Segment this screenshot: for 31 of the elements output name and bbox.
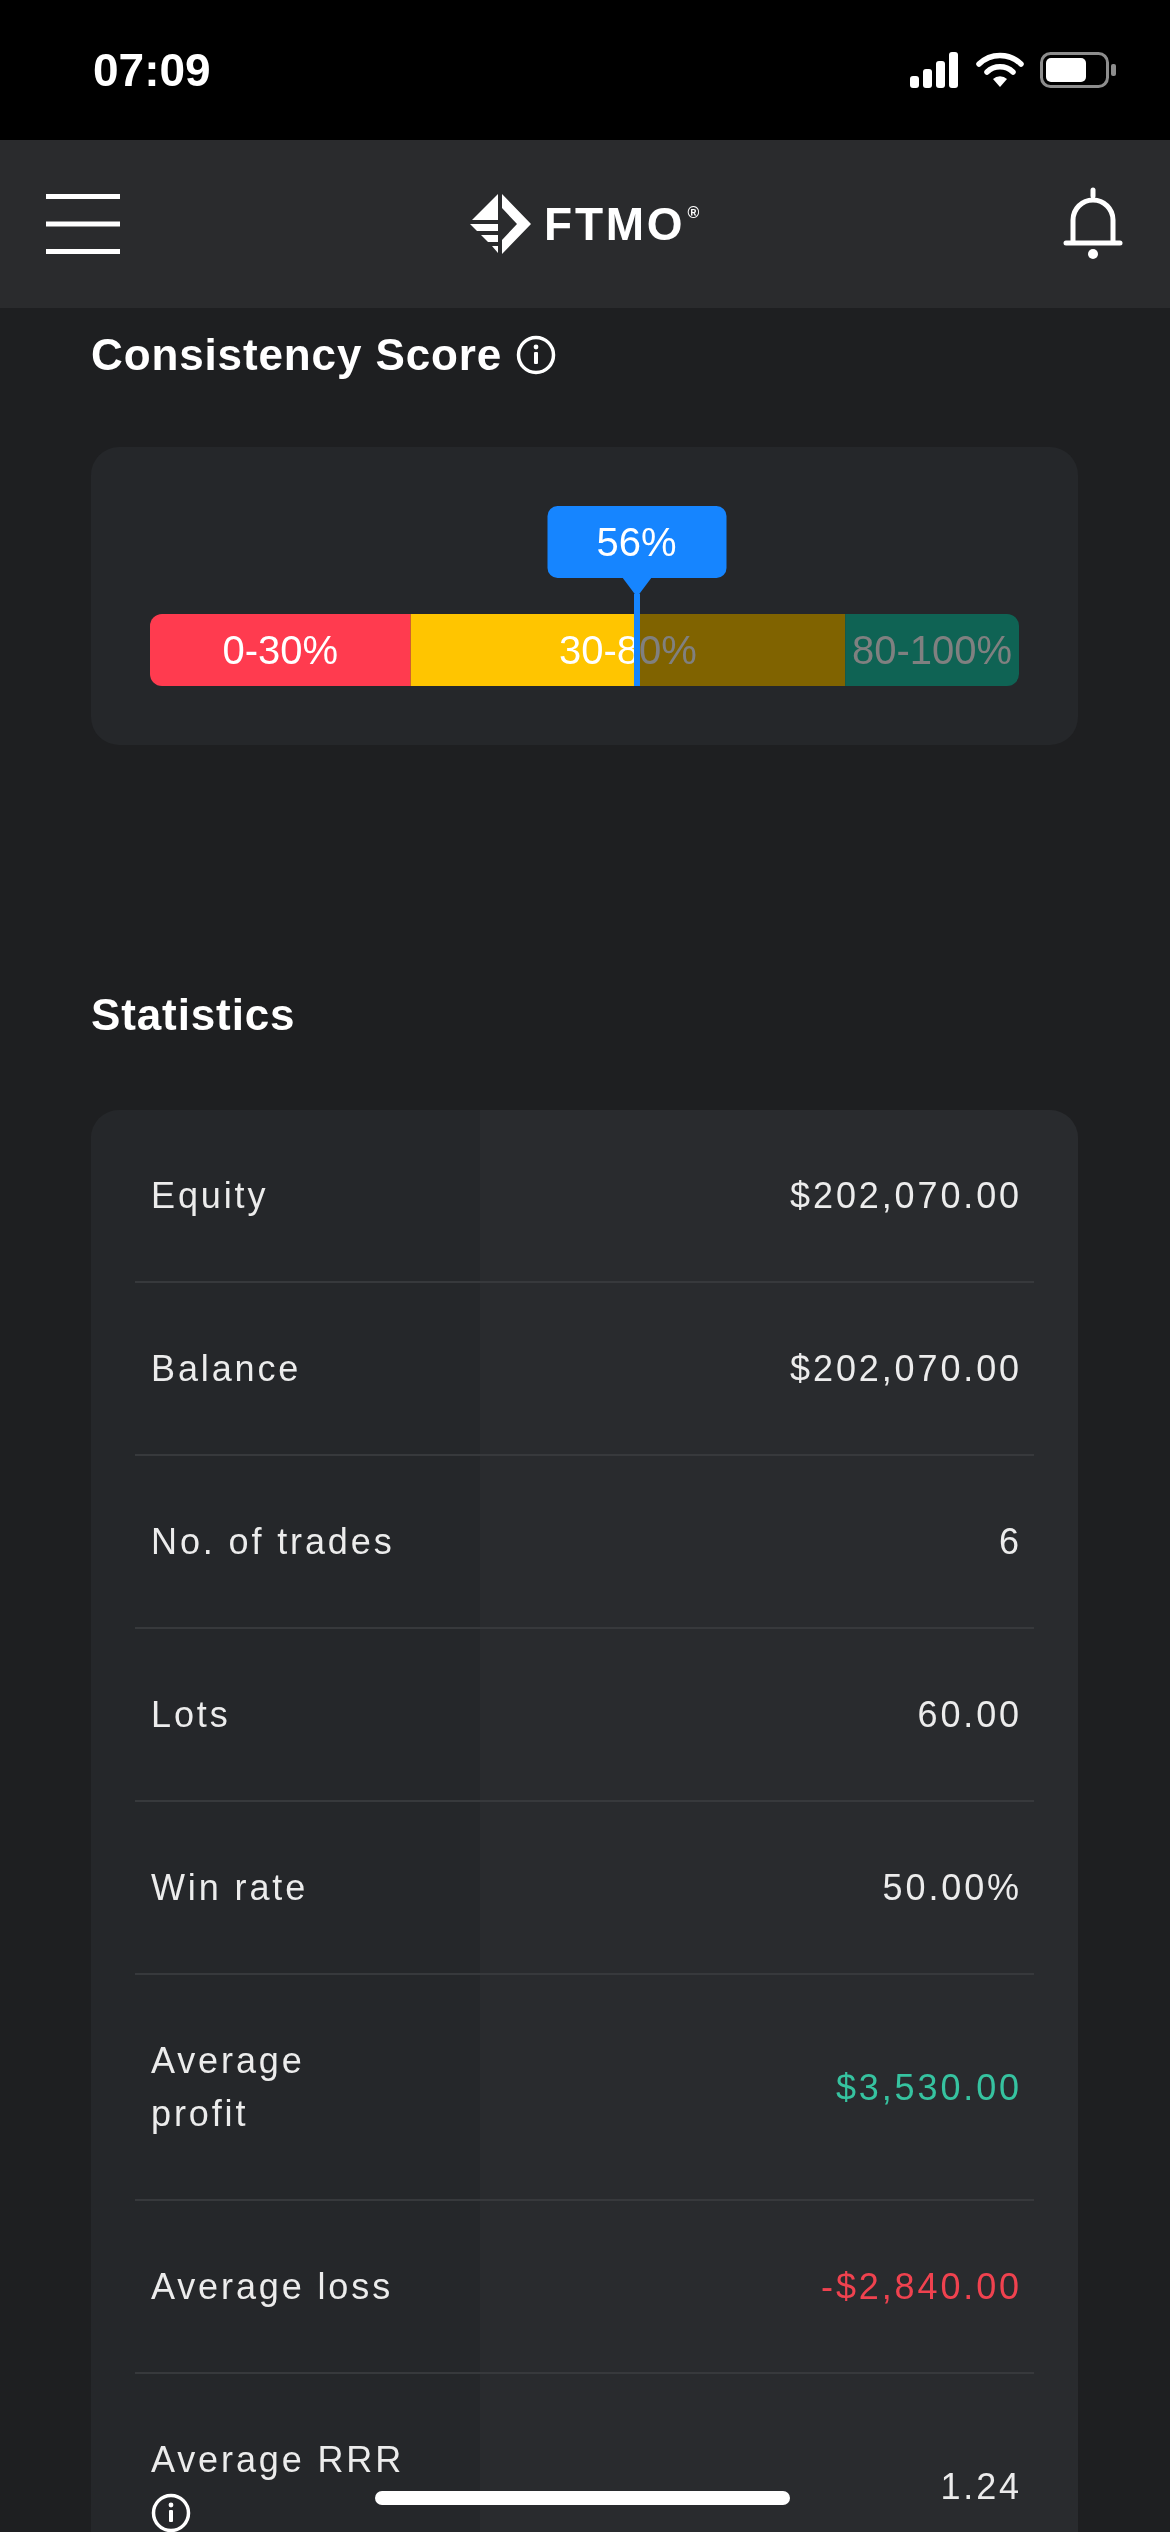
info-icon[interactable] [516,335,557,375]
range-label: 80-100% [852,628,1013,672]
stat-label: Lots [151,1694,231,1735]
range-label: 0-30% [222,628,339,672]
status-time: 07:09 [93,47,211,93]
stat-label: Equity [151,1175,269,1216]
menu-icon[interactable] [46,194,120,254]
stat-value: $202,070.00 [790,1347,1023,1391]
stat-label: Average profit [151,2040,305,2134]
score-tooltip: 56% [547,506,727,578]
logo-text: FTMO$^{®}$ [544,201,702,247]
logo-icon [468,193,533,255]
stat-value: 50.00% [882,1866,1023,1910]
stat-value: 6 [999,1520,1023,1564]
stat-value: $202,070.00 [790,1174,1023,1218]
stat-value: $3,530.00 [835,2065,1023,2110]
signal-icon [910,52,960,88]
stat-label: Average RRR [151,2439,405,2480]
stat-value: 1.24 [940,2464,1023,2509]
stat-label: Win rate [151,1867,309,1908]
bell-icon[interactable] [1062,187,1124,261]
battery-icon [1040,52,1116,88]
section-title: Statistics [91,989,296,1041]
info-icon[interactable] [151,2493,191,2532]
wifi-icon [976,52,1024,88]
stat-value: 60.00 [917,1693,1023,1737]
stat-label: No. of trades [151,1521,395,1562]
stat-label: Balance [151,1348,302,1389]
stat-label: Average loss [151,2266,394,2307]
section-title: Consistency Score [91,329,503,381]
stat-value: -$2,840.00 [821,2265,1023,2309]
